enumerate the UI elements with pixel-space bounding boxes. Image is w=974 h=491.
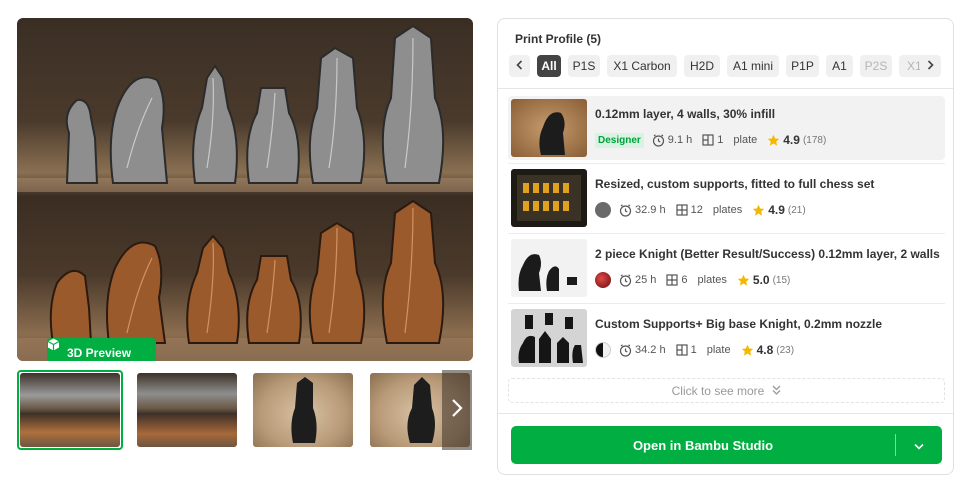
rating-count: (23) (776, 344, 795, 356)
chess-pieces-illustration (17, 24, 473, 361)
3d-preview-label: 3D Preview (67, 345, 132, 360)
print-time: 34.2 h (635, 344, 666, 356)
plates-count: 1 (690, 344, 697, 356)
star-icon (752, 204, 765, 217)
plate-icon (675, 344, 688, 356)
chess-set-plate-image (517, 175, 581, 221)
profile-meta: Designer 9.1 h 1 plate 4.9 (178) (595, 132, 826, 148)
big-base-knight-image (518, 313, 583, 363)
two-piece-knight-image (518, 254, 577, 291)
profile-thumbnail (511, 99, 587, 157)
star-icon (737, 274, 750, 287)
row-divider (508, 233, 945, 234)
designer-badge: Designer (595, 132, 644, 148)
double-chevron-down-icon (772, 384, 781, 398)
thumbnail-3[interactable] (250, 370, 356, 450)
open-options-dropdown[interactable] (896, 426, 942, 464)
filter-chip-h2d[interactable]: H2D (684, 55, 720, 77)
plates-label: plate (706, 344, 731, 356)
filter-chip-p1s[interactable]: P1S (568, 55, 600, 77)
filter-chip-a1-mini[interactable]: A1 mini (727, 55, 779, 77)
profile-name: 0.12mm layer, 4 walls, 30% infill (595, 107, 776, 121)
profile-name: 2 piece Knight (Better Result/Success) 0… (595, 247, 940, 261)
3d-preview-button[interactable]: 3D Preview (47, 338, 156, 361)
rating-count: (15) (772, 274, 791, 286)
plate-icon (702, 134, 714, 146)
plates-count: 6 (681, 274, 688, 286)
plates-label: plate (733, 134, 758, 146)
plates-label: plates (712, 204, 743, 216)
row-divider (508, 303, 945, 304)
rating-count: (178) (802, 134, 827, 146)
open-button-label: Open in Bambu Studio (632, 437, 774, 453)
clock-icon (619, 273, 632, 287)
knight-piece-image (539, 112, 565, 155)
rating-value: 4.9 (768, 203, 785, 217)
profile-meta: 25 h 6 plates 5.0 (15) (595, 272, 790, 288)
print-profile-title: Print Profile (5) (515, 32, 602, 46)
chevron-right-icon (927, 57, 934, 75)
filter-chip-a1[interactable]: A1 (826, 55, 853, 77)
star-icon (741, 344, 754, 357)
profile-thumbnail (511, 169, 587, 227)
see-more-label: Click to see more (671, 383, 765, 398)
print-profile-panel: Print Profile (5) All P1S X1 Carbon H2D … (497, 18, 954, 475)
plate-icon (675, 204, 688, 216)
plates-count: 12 (690, 204, 703, 216)
open-in-bambu-studio-button[interactable]: Open in Bambu Studio (511, 426, 942, 464)
rating-value: 4.9 (783, 133, 800, 147)
thumbnail-strip (17, 370, 473, 450)
printer-filter-bar: All P1S X1 Carbon H2D A1 mini P1P A1 P2S… (509, 55, 942, 77)
profile-thumbnail (511, 239, 587, 297)
profile-meta: 34.2 h 1 plate 4.8 (23) (595, 342, 794, 358)
filter-chip-all[interactable]: All (537, 55, 561, 77)
profile-item[interactable]: 0.12mm layer, 4 walls, 30% infill Design… (508, 96, 945, 164)
clock-icon (619, 203, 632, 217)
profile-name: Custom Supports+ Big base Knight, 0.2mm … (595, 317, 883, 331)
print-time: 25 h (635, 274, 657, 286)
chevron-down-icon (914, 438, 924, 453)
thumbnail-1[interactable] (17, 370, 123, 450)
row-divider (508, 163, 945, 164)
thumbnail-next-button[interactable] (442, 370, 472, 450)
clock-icon (652, 133, 665, 147)
filter-chip-p1p[interactable]: P1P (786, 55, 819, 77)
main-preview-image: 3D Preview (17, 18, 473, 361)
plates-count: 1 (717, 134, 724, 146)
plates-label: plates (697, 274, 727, 286)
filter-chip-p2s[interactable]: P2S (860, 55, 892, 77)
user-avatar (595, 272, 611, 288)
filter-chip-x1-carbon[interactable]: X1 Carbon (607, 55, 677, 77)
thumbnail-2[interactable] (134, 370, 240, 450)
user-avatar (595, 342, 611, 358)
plate-icon (666, 274, 679, 286)
clock-icon (619, 343, 632, 357)
filter-scroll-right-button[interactable] (920, 55, 941, 77)
profile-thumbnail (511, 309, 587, 367)
profile-meta: 32.9 h 12 plates 4.9 (21) (595, 202, 806, 218)
profile-item[interactable]: 2 piece Knight (Better Result/Success) 0… (508, 236, 945, 304)
user-avatar (595, 202, 611, 218)
divider (498, 413, 953, 414)
rating-value: 5.0 (752, 273, 770, 287)
divider (498, 88, 953, 89)
chevron-left-icon (516, 57, 523, 75)
filter-scroll-left-button[interactable] (509, 55, 530, 77)
see-more-button[interactable]: Click to see more (508, 378, 945, 403)
star-icon (767, 134, 780, 147)
profile-item[interactable]: Resized, custom supports, fitted to full… (508, 166, 945, 234)
profile-item[interactable]: Custom Supports+ Big base Knight, 0.2mm … (508, 306, 945, 370)
knight-piece-thumbnail (291, 377, 317, 443)
print-time: 32.9 h (635, 204, 666, 216)
rating-count: (21) (787, 204, 806, 216)
rating-value: 4.8 (756, 343, 774, 357)
profile-name: Resized, custom supports, fitted to full… (595, 177, 875, 191)
chevron-right-icon (451, 398, 463, 422)
print-time: 9.1 h (667, 134, 693, 146)
